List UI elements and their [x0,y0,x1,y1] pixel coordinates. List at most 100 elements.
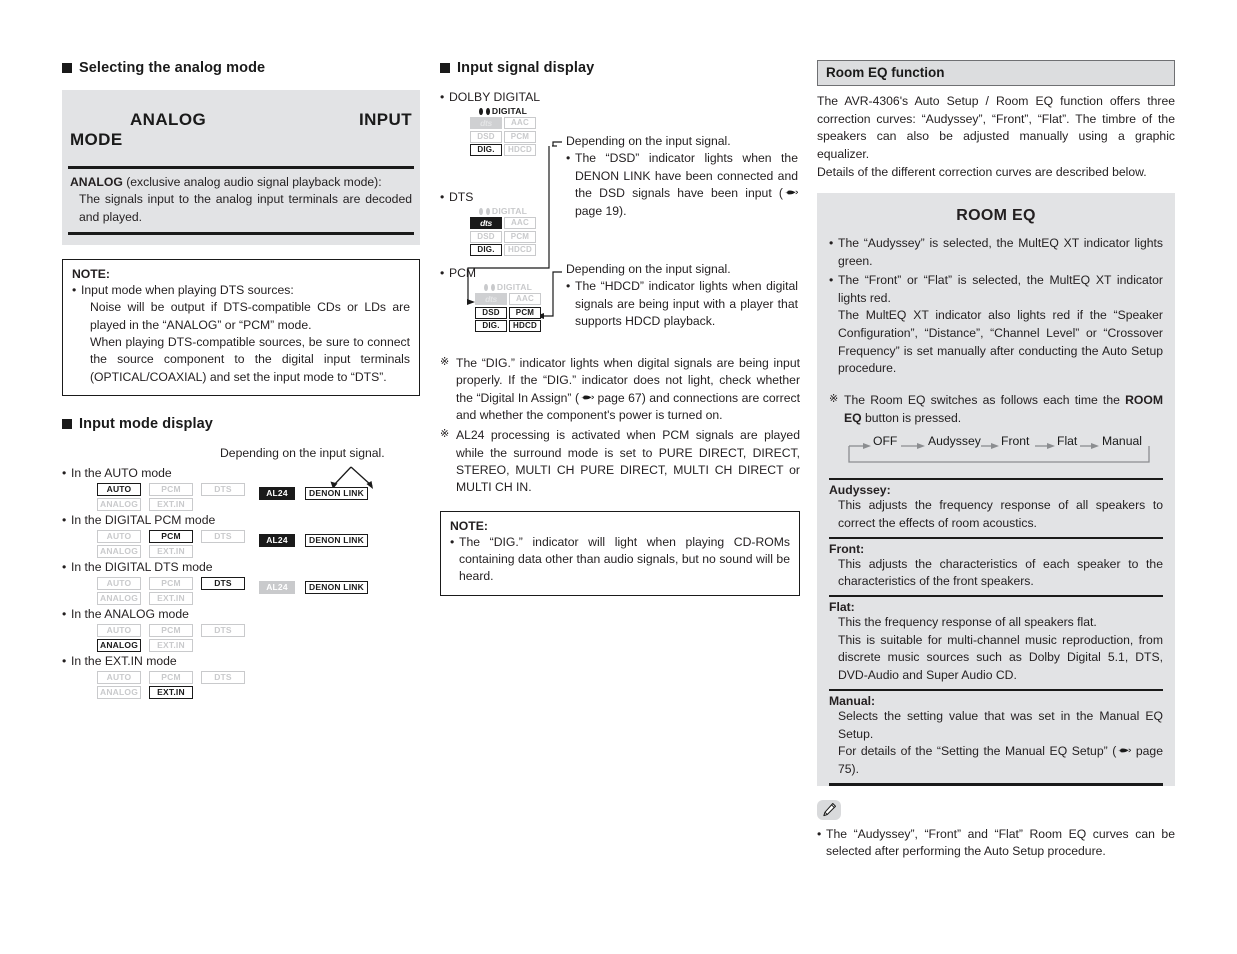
chip-extin: EXT.IN [149,497,193,511]
cycle-step-audyssey: Audyssey [928,434,981,449]
pencil-icon [817,799,841,820]
chip-auto: AUTO [97,670,141,684]
bullet-square-icon [440,63,450,73]
chip-dsd: DSD [470,130,502,143]
cycle-step-off: OFF [873,434,898,449]
callout-page: page 19). [575,204,627,219]
mode-row: In the ANALOG mode AUTO PCM DTS ANALOG EXT.IN [62,607,420,654]
room-eq-title-bar: Room EQ function [817,60,1175,86]
chip-dolby-digital: DIGITAL [470,106,536,117]
chip-auto: AUTO [97,482,141,496]
signal-row: DSD PCM [475,306,541,319]
def-term-flat: Flat: [829,600,855,615]
star-marker-icon: ※ [440,428,450,441]
room-eq-bullet-audyssey: The “Audyssey” is selected, the MultEQ X… [829,235,1163,270]
chip-dts: DTS [201,529,245,543]
chip-hdcd: HDCD [509,320,541,332]
star-marker-icon: ※ [440,356,450,368]
callout-body: The “HDCD” indicator lights when digital… [566,278,798,331]
star-note-al24: ※ AL24 processing is activated when PCM … [440,427,800,496]
cycle-step-manual: Manual [1102,434,1142,449]
note-body-1: Noise will be output if DTS-compatible C… [90,300,410,332]
dolby-double-d-icon [478,107,490,116]
manual-page: Selecting the analog mode ANALOG INPUT M… [0,0,1237,954]
mode-chip-line: ANALOG EXT.IN [97,638,420,652]
analog-term-rest: (exclusive analog audio signal playback … [122,175,382,189]
def-body-flat-1: This the frequency response of all speak… [838,615,1097,630]
note-item-text: Input mode when playing DTS sources: [81,282,294,297]
room-eq-panel: ROOM EQ The “Audyssey” is selected, the … [817,193,1175,786]
display-banner: ANALOG INPUT MODE [68,100,414,166]
bullet-text: The “Front” or “Flat” is selected, the M… [838,272,1163,305]
chip-auto: AUTO [97,529,141,543]
note-item: Input mode when playing DTS sources: Noi… [72,282,410,386]
signal-block-dolby: DIGITAL dts AAC DSD PCM DIG. HDCD [470,106,536,158]
def-body-manual-1: Selects the setting value that was set i… [838,708,1163,741]
chip-aac: AAC [504,217,536,229]
chip-denon-link: DENON LINK [305,486,368,500]
depending-label: Depending on the input signal. [220,445,385,460]
star-note-text: AL24 processing is activated when PCM si… [456,428,800,495]
def-term-front: Front: [829,541,865,556]
dolby-double-d-icon [478,207,490,216]
switch-note-a: The Room EQ switches as follows each tim… [844,392,1126,407]
def-body-audyssey: This adjusts the frequency response of a… [838,498,1163,530]
def-body-front: This adjusts the characteristics of each… [838,556,1163,589]
chip-dts: DTS [201,576,245,590]
note-box-dig: NOTE: The “DIG.” indicator will light wh… [440,510,800,596]
signal-row: DIG. HDCD [475,320,541,332]
star-note-dig: ※ The “DIG.” indicator lights when digit… [440,355,800,424]
label-pcm: PCM [440,266,476,280]
right-column: Room EQ function The AVR-4306's Auto Set… [817,60,1175,861]
chip-dsd: DSD [470,230,502,243]
divider-bottom [829,782,1163,786]
analog-description: ANALOG (exclusive analog audio signal pl… [68,169,414,232]
chip-analog: ANALOG [97,544,141,558]
mode-label: In the AUTO mode [62,466,420,480]
manual-ref-text: For details of the “Setting the Manual E… [838,744,1117,759]
heading-input-mode-display: Input mode display [62,416,420,432]
signal-diagram: DOLBY DIGITAL DIGITAL dts AAC DSD PCM DI… [440,90,800,352]
al24-denonlink-group: AL24 DENON LINK [259,533,368,547]
def-body-flat-2: This is suitable for multi-channel music… [838,632,1163,683]
note-body-2: When playing DTS-compatible sources, be … [90,334,410,384]
input-mode-diagram: Depending on the input signal. In the AU… [62,445,420,699]
note-title: NOTE: [450,518,488,533]
chip-dts: DTS [201,623,245,637]
pencil-glyph-icon [822,803,836,817]
chip-extin: EXT.IN [149,638,193,652]
bullet-square-icon [62,418,72,429]
chip-analog: ANALOG [97,685,141,699]
room-eq-switch-note: ※ The Room EQ switches as follows each t… [829,392,1163,427]
chip-dts: DTS [201,482,245,496]
mode-row: In the DIGITAL PCM mode AUTO PCM DTS ANALOG E… [62,513,420,560]
chip-dts: dts [470,217,502,229]
signal-row: dts AAC [470,117,536,129]
chip-pcm: PCM [149,529,193,543]
pointing-hand-icon [580,395,595,400]
mode-chip-line: ANALOG EXT.IN [97,685,420,699]
tip-text: The “Audyssey”, “Front” and “Flat” Room … [817,826,1175,861]
chip-auto: AUTO [97,623,141,637]
note-title: NOTE: [72,266,110,281]
chip-dolby-digital: DIGITAL [475,282,541,293]
label-dolby-digital: DOLBY DIGITAL [440,90,540,104]
chip-dts: DTS [201,670,245,684]
bullet-square-icon [62,63,72,73]
switch-note-c: button is pressed. [861,410,962,425]
chip-extin: EXT.IN [149,685,193,699]
def-body-manual-2: For details of the “Setting the Manual E… [829,743,1163,782]
chip-label: DIGITAL [491,106,528,116]
pointing-hand-icon [1117,748,1132,753]
heading-text: Input mode display [79,415,213,432]
banner-input-label: INPUT [359,110,412,129]
heading-input-signal-display: Input signal display [440,60,800,76]
chip-pcm: PCM [149,576,193,590]
def-term-audyssey: Audyssey: [829,483,891,498]
signal-row: DSD PCM [470,230,536,243]
chip-label: DIGITAL [491,206,528,216]
cycle-step-front: Front [1001,434,1030,449]
chip-al24: AL24 [259,486,295,500]
chip-dts: dts [470,117,502,129]
chip-pcm: PCM [149,623,193,637]
